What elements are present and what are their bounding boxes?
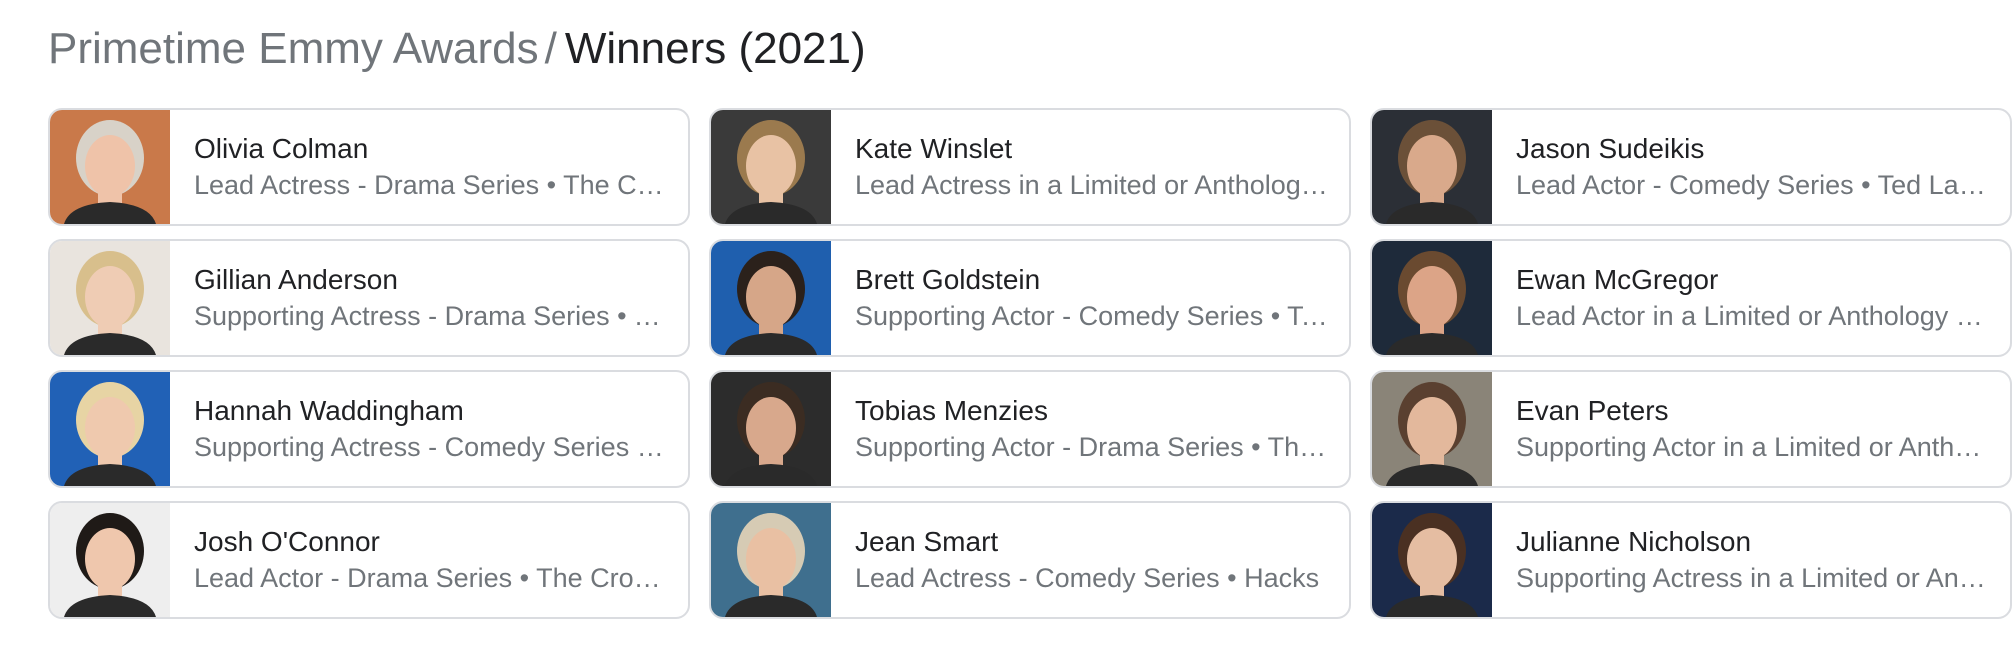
winner-name: Ewan McGregor [1516,264,1719,295]
winner-category: Lead Actress - Drama Series • The Crown [194,170,668,200]
winner-card-11[interactable]: Julianne Nicholson Supporting Actress in… [1370,501,2012,619]
winner-card-9[interactable]: Josh O'Connor Lead Actor - Drama Series … [48,501,690,619]
breadcrumb-parent-link[interactable]: Primetime Emmy Awards [48,24,539,74]
winner-name: Evan Peters [1516,395,1669,426]
winner-photo [1372,503,1492,617]
winner-category: Lead Actress - Comedy Series • Hacks [855,563,1320,593]
winner-info: Julianne Nicholson Supporting Actress in… [1492,503,2010,617]
winner-info: Ewan McGregor Lead Actor in a Limited or… [1492,241,2010,355]
winner-photo [711,372,831,486]
winner-name: Kate Winslet [855,133,1013,164]
winner-name: Gillian Anderson [194,264,398,295]
winner-card-6[interactable]: Hannah Waddingham Supporting Actress - C… [48,370,690,488]
winner-info: Brett Goldstein Supporting Actor - Comed… [831,241,1349,355]
winner-photo [1372,241,1492,355]
winner-photo [711,110,831,224]
winner-category: Supporting Actor in a Limited or Antholo… [1516,432,1990,462]
winner-info: Gillian Anderson Supporting Actress - Dr… [170,241,688,355]
winner-card-4[interactable]: Brett Goldstein Supporting Actor - Comed… [709,239,1351,357]
winner-name: Jean Smart [855,526,999,557]
winner-info: Olivia Colman Lead Actress - Drama Serie… [170,110,688,224]
winner-info: Evan Peters Supporting Actor in a Limite… [1492,372,2010,486]
winner-card-0[interactable]: Olivia Colman Lead Actress - Drama Serie… [48,108,690,226]
winner-photo [711,241,831,355]
winner-name: Jason Sudeikis [1516,133,1705,164]
winner-category: Supporting Actor - Comedy Series • Ted L… [855,301,1329,331]
winner-category: Lead Actor - Comedy Series • Ted Lasso [1516,170,1990,200]
winner-name: Brett Goldstein [855,264,1041,295]
breadcrumb-separator: / [544,24,557,73]
winner-category: Supporting Actress - Comedy Series • Ted… [194,432,668,462]
winner-info: Jason Sudeikis Lead Actor - Comedy Serie… [1492,110,2010,224]
winner-card-5[interactable]: Ewan McGregor Lead Actor in a Limited or… [1370,239,2012,357]
winner-name: Olivia Colman [194,133,369,164]
winner-name: Josh O'Connor [194,526,380,557]
page-title: Winners (2021) [564,24,866,73]
winner-photo [50,503,170,617]
winner-photo [711,503,831,617]
winner-info: Jean Smart Lead Actress - Comedy Series … [831,503,1349,617]
winner-category: Supporting Actress in a Limited or Antho… [1516,563,1990,593]
winner-photo [50,241,170,355]
winner-info: Hannah Waddingham Supporting Actress - C… [170,372,688,486]
winner-name: Hannah Waddingham [194,395,464,426]
winner-name: Julianne Nicholson [1516,526,1752,557]
winner-info: Kate Winslet Lead Actress in a Limited o… [831,110,1349,224]
winner-category: Supporting Actor - Drama Series • The Cr… [855,432,1329,462]
winners-grid: Olivia Colman Lead Actress - Drama Serie… [48,108,2012,619]
winner-card-8[interactable]: Evan Peters Supporting Actor in a Limite… [1370,370,2012,488]
winner-info: Josh O'Connor Lead Actor - Drama Series … [170,503,688,617]
winner-card-3[interactable]: Gillian Anderson Supporting Actress - Dr… [48,239,690,357]
winner-photo [50,372,170,486]
winner-category: Supporting Actress - Drama Series • The … [194,301,668,331]
winner-name: Tobias Menzies [855,395,1048,426]
breadcrumb: Primetime Emmy Awards / Winners (2021) [48,24,866,76]
winner-card-7[interactable]: Tobias Menzies Supporting Actor - Drama … [709,370,1351,488]
winner-category: Lead Actor - Drama Series • The Crown [194,563,668,593]
winner-photo [50,110,170,224]
winner-photo [1372,372,1492,486]
winner-card-1[interactable]: Kate Winslet Lead Actress in a Limited o… [709,108,1351,226]
winner-card-2[interactable]: Jason Sudeikis Lead Actor - Comedy Serie… [1370,108,2012,226]
winner-category: Lead Actor in a Limited or Anthology Ser… [1516,301,1990,331]
winner-card-10[interactable]: Jean Smart Lead Actress - Comedy Series … [709,501,1351,619]
winner-category: Lead Actress in a Limited or Anthology S… [855,170,1329,200]
winner-photo [1372,110,1492,224]
winner-info: Tobias Menzies Supporting Actor - Drama … [831,372,1349,486]
